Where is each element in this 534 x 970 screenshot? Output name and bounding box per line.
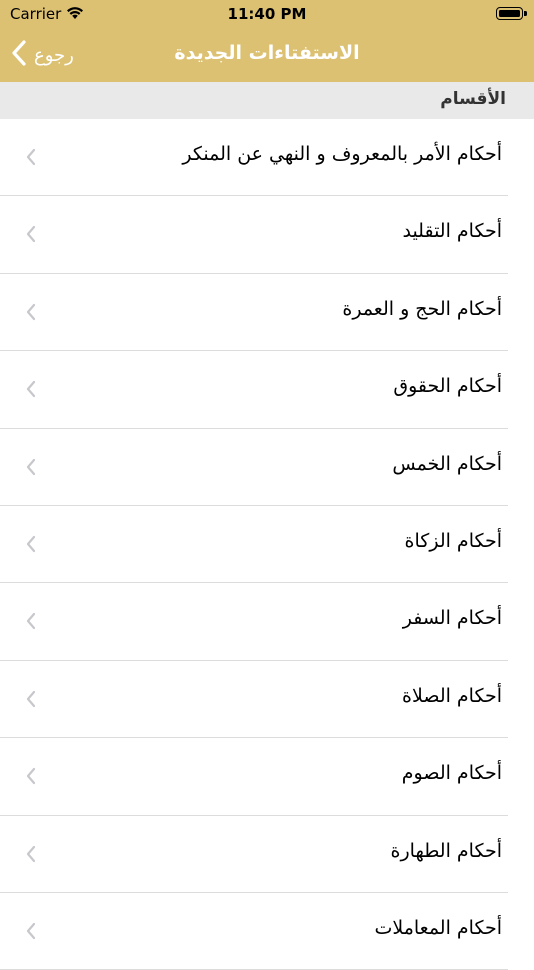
list-item[interactable]: أحكام الحج و العمرة	[0, 274, 534, 352]
list-item-label: أحكام الزكاة	[404, 529, 502, 552]
status-bar: Carrier 11:40 PM	[0, 0, 534, 28]
list-item[interactable]: أحكام المعاملات	[0, 893, 534, 970]
list-item[interactable]: أحكام الأمر بالمعروف و النهي عن المنكر	[0, 119, 534, 197]
list-item-label: أحكام الخمس	[392, 452, 502, 475]
list-item[interactable]: أحكام الخمس	[0, 429, 534, 507]
list-item[interactable]: أحكام الحقوق	[0, 351, 534, 429]
page-title: الاستفتاءات الجديدة	[174, 42, 360, 64]
chevron-left-icon	[26, 690, 36, 712]
list-item-label: أحكام الصوم	[401, 762, 502, 785]
list-item-label: أحكام الصلاة	[402, 684, 502, 707]
list-item-label: أحكام التقليد	[402, 220, 502, 243]
list-item[interactable]: أحكام الطهارة	[0, 816, 534, 894]
chevron-left-icon	[26, 767, 36, 789]
list-item-label: أحكام الحقوق	[393, 375, 502, 398]
list-item-label: أحكام الطهارة	[390, 839, 502, 862]
category-list: أحكام الأمر بالمعروف و النهي عن المنكر أح…	[0, 119, 534, 970]
chevron-left-icon	[26, 922, 36, 944]
list-item[interactable]: أحكام الزكاة	[0, 506, 534, 584]
chevron-left-icon	[26, 458, 36, 480]
list-item-label: أحكام الحج و العمرة	[342, 297, 502, 320]
chevron-left-icon	[26, 535, 36, 557]
clock: 11:40 PM	[227, 5, 307, 23]
chevron-left-icon	[26, 380, 36, 402]
chevron-left-icon	[26, 612, 36, 634]
navigation-bar: رجوع الاستفتاءات الجديدة	[0, 28, 534, 82]
list-item[interactable]: أحكام الصلاة	[0, 661, 534, 739]
section-title: الأقسام	[440, 89, 506, 109]
chevron-left-icon	[26, 845, 36, 867]
chevron-left-icon	[26, 148, 36, 170]
battery-icon	[496, 7, 527, 20]
list-item[interactable]: أحكام السفر	[0, 583, 534, 662]
chevron-left-icon	[26, 225, 36, 247]
list-item[interactable]: أحكام التقليد	[0, 196, 534, 275]
list-item-label: أحكام المعاملات	[374, 916, 502, 939]
top-bar: Carrier 11:40 PM رجوع الاستفتاءات الجديد…	[0, 0, 534, 82]
section-header: الأقسام	[0, 82, 534, 119]
list-item-label: أحكام الأمر بالمعروف و النهي عن المنكر	[182, 143, 502, 165]
list-item[interactable]: أحكام الصوم	[0, 738, 534, 816]
chevron-left-icon	[26, 303, 36, 325]
list-item-label: أحكام السفر	[402, 607, 502, 630]
